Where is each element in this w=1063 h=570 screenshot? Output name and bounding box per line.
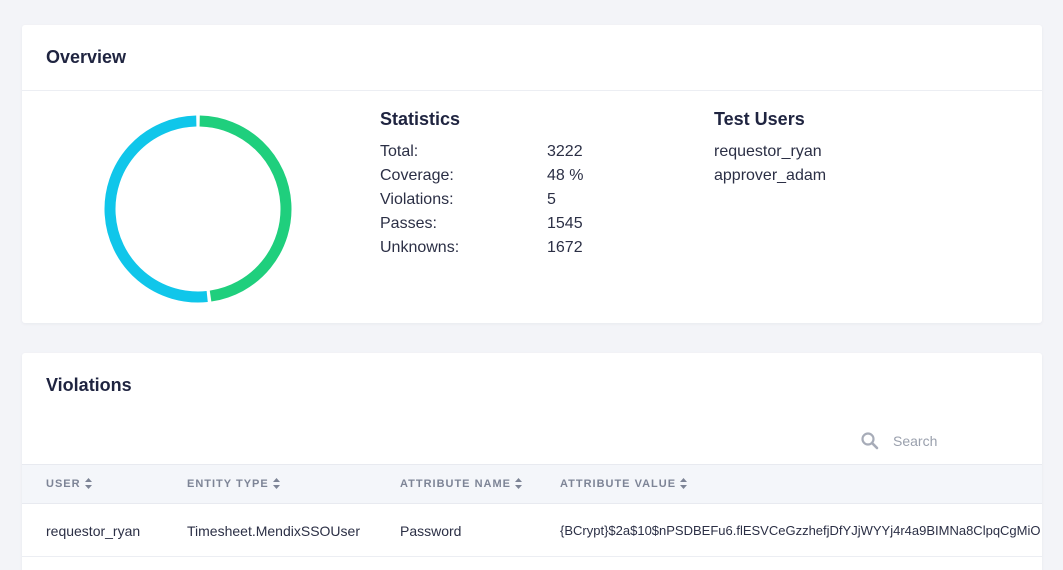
- column-header-attribute-value[interactable]: ATTRIBUTE VALUE: [560, 465, 688, 503]
- column-header-label: USER: [46, 478, 81, 490]
- column-header-label: ATTRIBUTE VALUE: [560, 478, 677, 490]
- donut-segment-unknowns: [104, 115, 208, 303]
- search-input[interactable]: [893, 433, 1013, 449]
- stat-unknowns-label: Unknowns:: [380, 239, 460, 256]
- test-user-item: approver_adam: [714, 167, 827, 184]
- donut-segment-passes: [199, 115, 292, 302]
- stat-passes-label: Passes:: [380, 215, 437, 232]
- test-users-title: Test Users: [714, 109, 805, 129]
- stat-total: Total: 3222: [380, 143, 620, 167]
- violations-title: Violations: [46, 375, 132, 395]
- stat-passes: Passes: 1545: [380, 215, 620, 239]
- column-header-label: ATTRIBUTE NAME: [400, 478, 511, 490]
- column-header-entity-type[interactable]: ENTITY TYPE: [187, 465, 280, 503]
- column-header-label: ENTITY TYPE: [187, 478, 269, 490]
- coverage-donut-chart: [104, 115, 292, 303]
- column-header-attribute-name[interactable]: ATTRIBUTE NAME: [400, 465, 522, 503]
- stat-total-value: 3222: [547, 143, 583, 160]
- sort-icon: [84, 477, 92, 489]
- stat-violations-value: 5: [547, 191, 556, 208]
- cell-entity-type: Timesheet.MendixSSOUser: [187, 523, 360, 539]
- sort-icon: [680, 477, 688, 489]
- statistics-title: Statistics: [380, 109, 461, 129]
- search-box[interactable]: [860, 429, 1030, 453]
- stat-unknowns: Unknowns: 1672: [380, 239, 620, 263]
- stat-total-label: Total:: [380, 143, 419, 160]
- violations-card: Violations USER ENTITY TYPE ATTRIBUTE NA…: [22, 353, 1042, 570]
- stat-violations-label: Violations:: [380, 191, 454, 208]
- table-header: USER ENTITY TYPE ATTRIBUTE NAME ATTRIBUT…: [22, 464, 1042, 504]
- overview-card: Overview Statistics Total: 3222 Coverage…: [22, 25, 1042, 323]
- test-user-item: requestor_ryan: [714, 143, 822, 160]
- sort-icon: [514, 477, 522, 489]
- stat-coverage: Coverage: 48 %: [380, 167, 620, 191]
- stat-coverage-value: 48 %: [547, 167, 584, 184]
- overview-divider: [22, 90, 1042, 91]
- overview-title: Overview: [46, 47, 127, 67]
- cell-attribute-value: {BCrypt}$2a$10$nPSDBEFu6.flESVCeGzzhefjD…: [560, 523, 1041, 538]
- stat-unknowns-value: 1672: [547, 239, 583, 256]
- column-header-user[interactable]: USER: [46, 465, 92, 503]
- sort-icon: [272, 477, 280, 489]
- stat-passes-value: 1545: [547, 215, 583, 232]
- cell-user: requestor_ryan: [46, 523, 141, 539]
- cell-attribute-name: Password: [400, 523, 462, 539]
- stat-coverage-label: Coverage:: [380, 167, 454, 184]
- table-row[interactable]: requestor_ryan Timesheet.MendixSSOUser P…: [22, 505, 1042, 557]
- search-icon[interactable]: [860, 431, 880, 451]
- stat-violations: Violations: 5: [380, 191, 620, 215]
